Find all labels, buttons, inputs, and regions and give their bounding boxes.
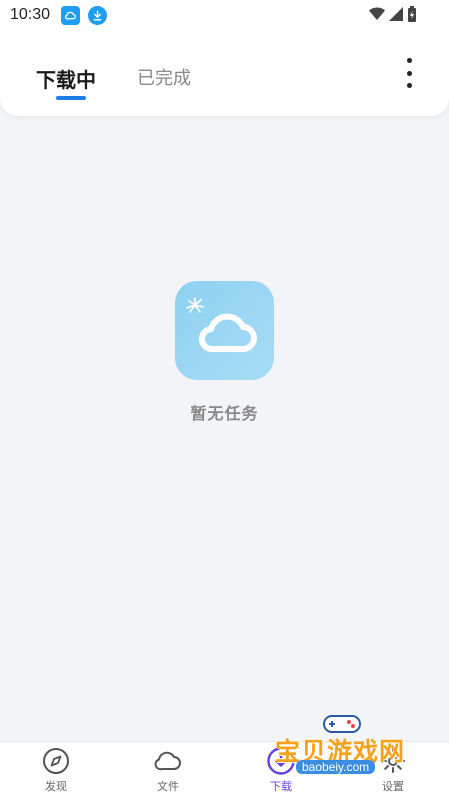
- cloud-app-notification-icon: [61, 6, 80, 25]
- empty-state-text: 暂无任务: [190, 404, 259, 423]
- nav-item-settings[interactable]: 设置: [337, 742, 449, 799]
- signal-icon: [389, 7, 403, 21]
- bottom-navigation: 发现 文件 下载 设置: [0, 741, 449, 799]
- more-dot-icon: [406, 58, 412, 63]
- tab-completed[interactable]: 已完成: [137, 64, 191, 90]
- more-options-button[interactable]: [399, 58, 419, 88]
- gamepad-icon: [323, 715, 361, 733]
- nav-item-files[interactable]: 文件: [112, 742, 224, 799]
- gear-icon: [378, 746, 408, 776]
- nav-label-settings: 设置: [382, 780, 404, 793]
- more-dot-icon: [406, 70, 412, 76]
- top-tab-bar: 下载中 已完成: [0, 30, 449, 116]
- nav-label-discover: 发现: [45, 780, 67, 793]
- active-tab-indicator: [56, 96, 86, 100]
- cloud-icon: [153, 746, 183, 776]
- status-bar: 10:30: [0, 0, 449, 30]
- download-icon: [266, 746, 296, 776]
- wifi-icon: [369, 7, 385, 20]
- nav-item-download[interactable]: 下载: [225, 742, 337, 799]
- system-status-icons: [369, 6, 417, 22]
- download-notification-icon: [88, 6, 107, 25]
- battery-icon: [408, 6, 416, 22]
- empty-state-cloud-icon: [175, 281, 274, 380]
- nav-item-discover[interactable]: 发现: [0, 742, 112, 799]
- tab-downloading[interactable]: 下载中: [36, 64, 96, 93]
- nav-label-files: 文件: [157, 780, 179, 793]
- nav-label-download: 下载: [270, 780, 292, 793]
- compass-icon: [41, 746, 71, 776]
- status-time: 10:30: [10, 6, 51, 23]
- more-dot-icon: [406, 83, 412, 88]
